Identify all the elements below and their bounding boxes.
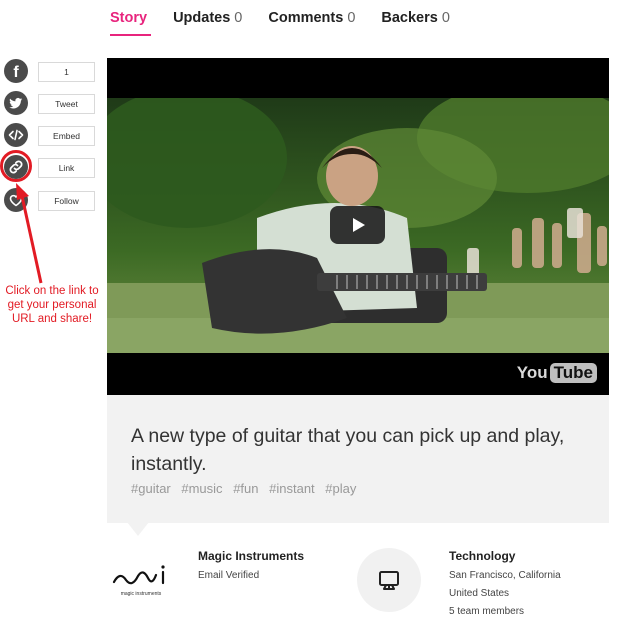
project-tabs: Story Updates 0 Comments 0 Backers 0 (110, 0, 476, 36)
tab-story[interactable]: Story (110, 0, 152, 36)
tag-link[interactable]: #fun (233, 481, 258, 496)
category-location[interactable]: San Francisco, California (449, 570, 561, 581)
tab-comments-count: 0 (347, 10, 356, 26)
play-icon (352, 218, 365, 232)
category-icon-circle (357, 548, 421, 612)
play-button[interactable] (330, 206, 385, 244)
creator-logo[interactable]: magic instruments (110, 563, 172, 597)
video-player[interactable]: You Tube (107, 58, 609, 395)
tab-backers-label: Backers (381, 10, 438, 26)
youtube-logo-tube: Tube (549, 363, 597, 383)
blurb-pointer (127, 522, 149, 536)
tag-link[interactable]: #instant (269, 481, 315, 496)
project-tags: #guitar #music #fun #instant #play (131, 481, 363, 496)
magic-instruments-logo-mark (112, 565, 165, 585)
tab-comments-label: Comments (268, 10, 344, 26)
creator-name[interactable]: Magic Instruments (198, 549, 304, 563)
category-country: United States (449, 588, 510, 599)
category-team-size[interactable]: 5 team members (449, 606, 524, 617)
youtube-logo-you: You (516, 363, 548, 382)
tag-link[interactable]: #guitar (131, 481, 171, 496)
project-blurb-panel: A new type of guitar that you can pick u… (107, 395, 609, 523)
tab-updates[interactable]: Updates 0 (173, 0, 242, 36)
tag-link[interactable]: #play (325, 481, 356, 496)
tab-comments[interactable]: Comments 0 (268, 0, 355, 36)
project-headline: A new type of guitar that you can pick u… (131, 425, 565, 475)
tab-story-label: Story (110, 10, 148, 26)
youtube-logo[interactable]: You Tube (517, 363, 597, 383)
tab-backers-count: 0 (441, 10, 450, 26)
creator-logo-caption: magic instruments (120, 591, 162, 597)
monitor-icon (379, 571, 399, 590)
annotation-arrow (16, 183, 43, 284)
tag-link[interactable]: #music (181, 481, 222, 496)
category-title[interactable]: Technology (449, 549, 515, 563)
tab-updates-count: 0 (234, 10, 243, 26)
tab-backers[interactable]: Backers 0 (381, 0, 450, 36)
tab-updates-label: Updates (173, 10, 231, 26)
annotation-callout: Click on the link to get your personal U… (5, 285, 99, 325)
creator-verified-status: Email Verified (198, 570, 260, 581)
